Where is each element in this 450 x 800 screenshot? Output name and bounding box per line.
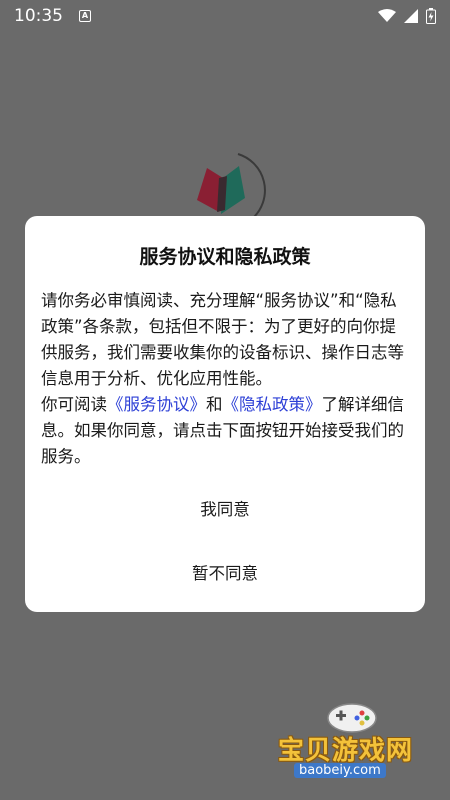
watermark-url: baobeiy.com [294,763,386,778]
notification-a-icon: A [79,10,91,22]
and-text: 和 [206,395,223,414]
body-paragraph-2-prefix: 你可阅读 [41,395,107,414]
wifi-icon [378,9,396,22]
status-icons [378,8,436,24]
status-time: 10:35 [14,6,63,26]
dialog-body: 请你务必审慎阅读、充分理解“服务协议”和“隐私政策”各条款，包括但不限于：为了更… [41,288,409,470]
battery-charging-icon [426,8,436,24]
privacy-dialog: 服务协议和隐私政策 请你务必审慎阅读、充分理解“服务协议”和“隐私政策”各条款，… [25,216,425,612]
dialog-title: 服务协议和隐私政策 [139,246,311,268]
privacy-policy-link[interactable]: 《隐私政策》 [223,395,322,414]
watermark-name: 宝贝游戏网 [278,736,414,766]
gamepad-icon [327,703,377,733]
body-paragraph-1: 请你务必审慎阅读、充分理解“服务协议”和“隐私政策”各条款，包括但不限于：为了更… [41,291,404,388]
disagree-button[interactable]: 暂不同意 [25,552,425,592]
service-agreement-link[interactable]: 《服务协议》 [107,395,206,414]
watermark: 宝贝游戏网 baobeiy.com [272,698,432,788]
status-bar: 10:35 A [0,0,450,32]
agree-button[interactable]: 我同意 [25,488,425,528]
signal-icon [404,9,418,23]
